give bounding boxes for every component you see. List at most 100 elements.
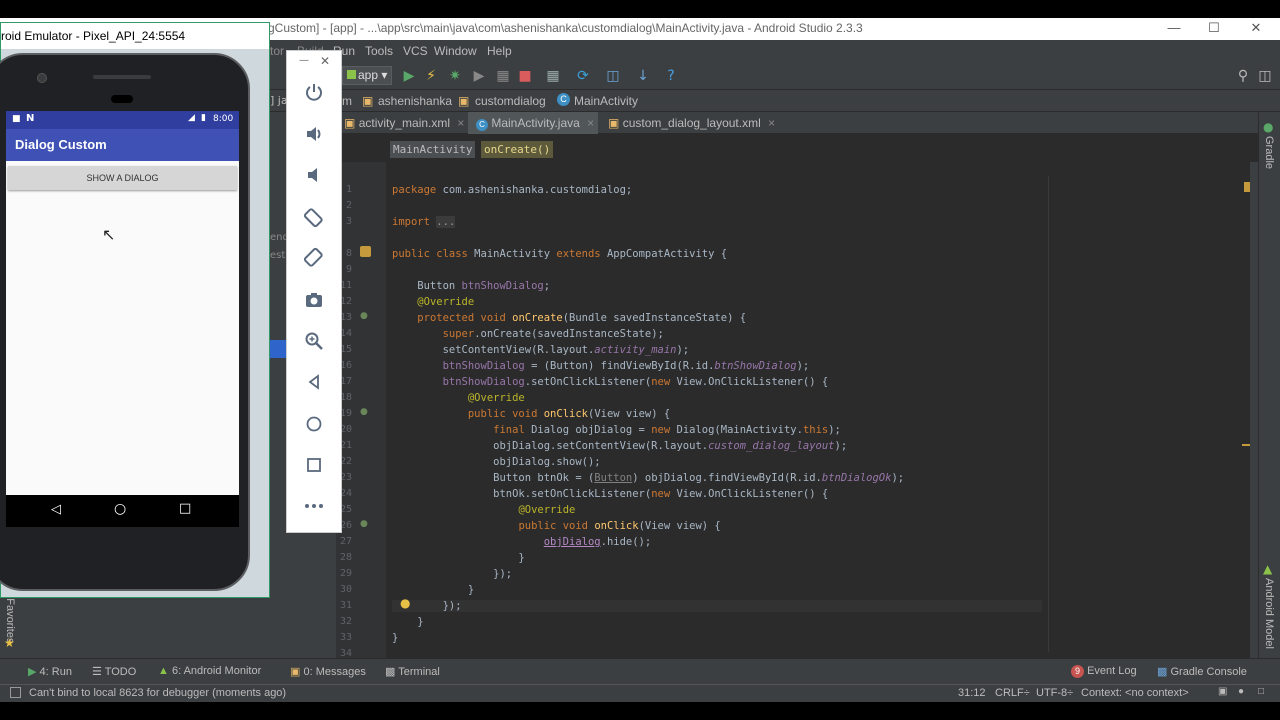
sdk-manager-icon[interactable]: ↓: [634, 67, 652, 85]
close-icon[interactable]: ✕: [320, 54, 330, 68]
volume-down-icon[interactable]: [301, 162, 327, 188]
notifications-icon[interactable]: □: [1258, 686, 1264, 697]
show-dialog-button[interactable]: SHOW A DIALOG: [8, 166, 237, 190]
overview-icon[interactable]: [301, 452, 327, 478]
android-status-bar: ■ N ◢ ▮ 8:00: [6, 111, 239, 129]
tool-todo[interactable]: ☰ TODO: [92, 665, 136, 678]
power-icon[interactable]: [301, 79, 327, 105]
scroll-marker: [1242, 444, 1250, 446]
close-icon[interactable]: ×: [768, 116, 775, 130]
overview-icon[interactable]: □: [179, 501, 191, 516]
selected-row: [270, 340, 286, 358]
home-icon[interactable]: [301, 411, 327, 437]
nav-fragment[interactable]: m: [342, 94, 352, 108]
tab-custom-dialog-layout[interactable]: ▣ custom_dialog_layout.xml ×: [600, 112, 775, 134]
sync-icon[interactable]: ⟳: [574, 67, 592, 85]
close-icon[interactable]: ×: [587, 116, 594, 130]
crumb-class[interactable]: MainActivity: [390, 141, 476, 158]
warning-marker[interactable]: [1244, 182, 1250, 192]
phone-frame: ■ N ◢ ▮ 8:00 Dialog Custom SHOW A DIALOG…: [0, 53, 250, 591]
line-separator[interactable]: CRLF÷: [995, 687, 1030, 699]
menu-help[interactable]: Help: [487, 44, 512, 58]
breadcrumb-customdialog[interactable]: customdialog: [475, 94, 546, 108]
status-toggle-icon[interactable]: [10, 687, 21, 698]
rotate-left-icon[interactable]: [301, 204, 327, 230]
android-icon: ▲: [158, 665, 169, 677]
folder-icon: ▣: [458, 94, 470, 108]
tool-gradle-console[interactable]: ▩ Gradle Console: [1157, 665, 1247, 678]
back-icon[interactable]: ◁: [51, 502, 61, 517]
right-margin-line: [1048, 176, 1049, 652]
file-encoding[interactable]: UTF-8÷: [1036, 687, 1073, 699]
signal-icon: ◢: [188, 113, 195, 123]
tab-activity-main[interactable]: ▣ activity_main.xml ×: [336, 112, 466, 134]
todo-icon: ☰: [92, 666, 102, 678]
tool-terminal[interactable]: ▩ Terminal: [385, 665, 440, 678]
rotate-right-icon[interactable]: [301, 245, 327, 271]
emulator-controls: — ✕: [286, 50, 342, 533]
app-bar: Dialog Custom: [6, 129, 239, 161]
inspector-icon[interactable]: ●: [1238, 686, 1244, 697]
crumb-method[interactable]: onCreate(): [481, 141, 554, 158]
tool-android-monitor[interactable]: ▲ 6: Android Monitor: [158, 665, 261, 677]
tool-event-log[interactable]: 9 Event Log: [1071, 665, 1137, 678]
close-icon[interactable]: ✕: [1236, 18, 1276, 40]
debug-icon[interactable]: ✷: [446, 67, 464, 85]
apply-changes-icon[interactable]: ⚡: [422, 67, 440, 85]
override-marker-icon[interactable]: ●: [360, 519, 368, 529]
search-icon[interactable]: ⚲: [1234, 67, 1252, 85]
panel-fragment: ] ja: [270, 94, 288, 107]
home-icon[interactable]: ○: [114, 501, 126, 517]
tool-android-model[interactable]: Android Model: [1263, 578, 1275, 649]
back-icon[interactable]: [301, 369, 327, 395]
code-breadcrumb-bar: MainActivity onCreate(): [336, 134, 1258, 162]
more-icon[interactable]: [301, 493, 327, 519]
menu-window[interactable]: Window: [434, 44, 477, 58]
menu-tools[interactable]: Tools: [365, 44, 393, 58]
line-number: 31: [339, 600, 352, 611]
menu-partial[interactable]: tor: [270, 44, 284, 58]
line-number: 32: [339, 616, 352, 627]
profile-icon[interactable]: ▶: [470, 67, 488, 85]
gradle-icon: ●: [1263, 120, 1274, 134]
tool-gradle[interactable]: Gradle: [1263, 136, 1275, 169]
notification-icon: ■: [12, 114, 21, 124]
lock-icon[interactable]: ▣: [1218, 686, 1227, 697]
maximize-icon[interactable]: ☐: [1194, 18, 1234, 40]
tab-mainactivity[interactable]: C MainActivity.java ×: [468, 112, 598, 134]
zoom-icon[interactable]: [301, 328, 327, 354]
run-config-select[interactable]: app ▾: [342, 66, 392, 85]
breadcrumb-ashenishanka[interactable]: ashenishanka: [378, 94, 452, 108]
line-number: 30: [339, 584, 352, 595]
attach-icon[interactable]: ▦: [494, 67, 512, 85]
cursor-icon: ↖: [102, 225, 116, 244]
layout-icon[interactable]: ◫: [1256, 67, 1274, 85]
minimize-icon[interactable]: —: [1154, 18, 1194, 40]
run-icon[interactable]: ▶: [400, 67, 418, 85]
project-structure-icon[interactable]: ◫: [604, 67, 622, 85]
menu-vcs[interactable]: VCS: [403, 44, 428, 58]
device-screen[interactable]: ■ N ◢ ▮ 8:00 Dialog Custom SHOW A DIALOG…: [6, 111, 239, 495]
terminal-icon: ▩: [385, 666, 396, 678]
caret-position[interactable]: 31:12: [958, 687, 986, 699]
volume-up-icon[interactable]: [301, 121, 327, 147]
tool-messages[interactable]: ▣ 0: Messages: [290, 665, 366, 678]
minimize-icon[interactable]: —: [299, 55, 309, 66]
override-marker-icon[interactable]: ●: [360, 407, 368, 417]
camera-icon[interactable]: [301, 287, 327, 313]
close-icon[interactable]: ×: [457, 116, 464, 130]
override-marker-icon[interactable]: ●: [360, 311, 368, 321]
right-tool-strip: ● Gradle ▲ Android Model: [1258, 112, 1280, 658]
tool-run[interactable]: ▶ 4: Run: [28, 665, 72, 678]
stop-icon[interactable]: ■: [516, 67, 534, 85]
sensor: [111, 95, 133, 103]
breadcrumb-mainactivity[interactable]: MainActivity: [574, 94, 638, 108]
lightbulb-icon[interactable]: ●: [400, 596, 410, 610]
code-editor[interactable]: 1 2 3 8 9 11 12 13 14 15 16 17 18 19 20 …: [336, 162, 1250, 659]
context-info[interactable]: Context: <no context>: [1081, 687, 1189, 699]
avd-icon[interactable]: ▦: [544, 67, 562, 85]
help-icon[interactable]: ?: [662, 67, 680, 85]
clock: 8:00: [213, 114, 234, 124]
folder-icon: ▣: [362, 94, 374, 108]
emulator-title: roid Emulator - Pixel_API_24:5554: [1, 29, 186, 43]
